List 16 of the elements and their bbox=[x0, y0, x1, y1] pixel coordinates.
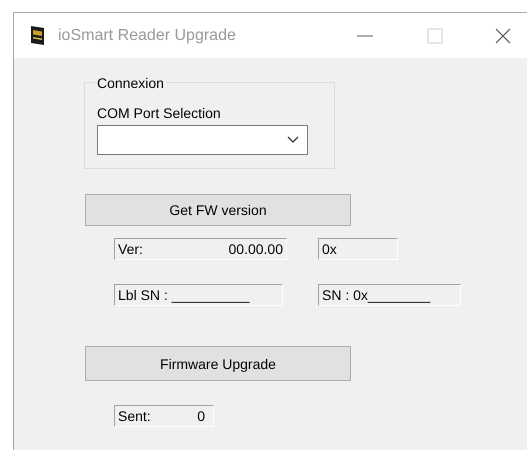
port-dropdown[interactable] bbox=[97, 125, 308, 155]
card-reader-icon bbox=[30, 25, 46, 46]
readout-label: 0x bbox=[322, 241, 337, 257]
readout-label: SN : 0x________ bbox=[322, 287, 430, 303]
sent-value: 0 bbox=[197, 408, 205, 424]
get-version-button[interactable]: Get FW version bbox=[85, 194, 351, 226]
readout-label: Lbl SN : __________ bbox=[118, 287, 250, 303]
close-icon[interactable] bbox=[495, 28, 511, 44]
group-title: Connexion bbox=[95, 76, 166, 90]
sent-label: Sent: bbox=[118, 408, 151, 424]
readout-value: 00.00.00 bbox=[228, 241, 283, 257]
window-title: ioSmart Reader Upgrade bbox=[58, 26, 236, 44]
port-label: COM Port Selection bbox=[97, 105, 222, 121]
readout-label: Ver: bbox=[118, 241, 143, 257]
firmware-upgrade-button[interactable]: Firmware Upgrade bbox=[85, 346, 351, 381]
chevron-down-icon bbox=[287, 136, 299, 144]
